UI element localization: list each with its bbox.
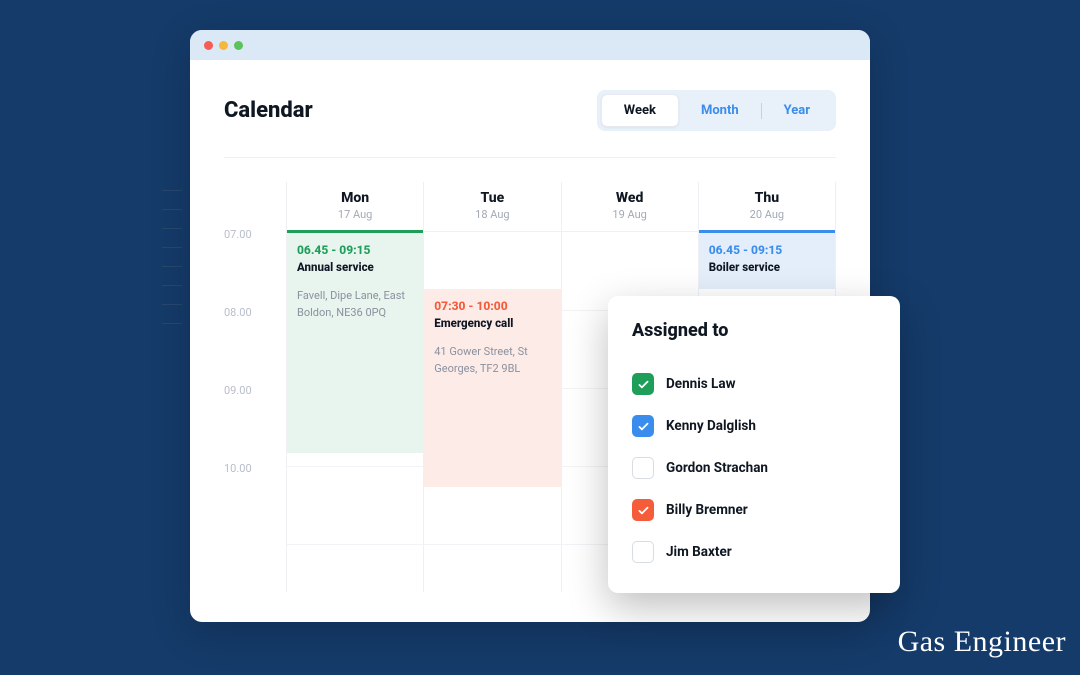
event-title: Annual service xyxy=(297,260,413,274)
tab-week[interactable]: Week xyxy=(601,94,679,127)
window-close-icon[interactable] xyxy=(204,41,213,50)
window-maximize-icon[interactable] xyxy=(234,41,243,50)
day-date: 18 Aug xyxy=(424,208,560,221)
event-title: Emergency call xyxy=(434,316,550,330)
day-column: Tue 18 Aug 07:30 - 10:00 Emergency call 41 G… xyxy=(424,182,561,592)
hour-gridline xyxy=(424,544,560,545)
checkbox-checked-icon[interactable] xyxy=(632,499,654,521)
checkbox-checked-icon[interactable] xyxy=(632,415,654,437)
time-label: 09.00 xyxy=(224,390,286,468)
event-time: 06.45 - 09:15 xyxy=(709,243,825,257)
tab-month[interactable]: Month xyxy=(679,95,761,126)
assignee-name: Dennis Law xyxy=(666,376,736,392)
event-time: 06.45 - 09:15 xyxy=(297,243,413,257)
assignee-name: Billy Bremner xyxy=(666,502,748,518)
checkbox-checked-icon[interactable] xyxy=(632,373,654,395)
outer-ticks xyxy=(162,190,182,342)
assignee-name: Kenny Dalglish xyxy=(666,418,756,434)
day-of-week: Wed xyxy=(562,190,698,206)
time-label: 10.00 xyxy=(224,468,286,546)
view-toggle: Week Month Year xyxy=(597,90,836,131)
event-address: Favell, Dipe Lane, East Boldon, NE36 0PQ xyxy=(297,288,413,321)
day-header[interactable]: Mon 17 Aug xyxy=(287,182,423,232)
time-column: 07.0008.0009.0010.00 xyxy=(224,182,286,592)
hour-gridline xyxy=(287,544,423,545)
calendar-event[interactable]: 06.45 - 09:15 Boiler service xyxy=(699,233,835,289)
day-date: 17 Aug xyxy=(287,208,423,221)
assignee-row[interactable]: Dennis Law xyxy=(632,363,876,405)
day-of-week: Mon xyxy=(287,190,423,206)
window-titlebar xyxy=(190,30,870,60)
event-address: 41 Gower Street, St Georges, TF2 9BL xyxy=(434,344,550,377)
assigned-panel: Assigned to Dennis Law Kenny Dalglish Gord… xyxy=(608,296,900,593)
event-title: Boiler service xyxy=(709,260,825,274)
assignee-row[interactable]: Jim Baxter xyxy=(632,531,876,573)
checkbox-empty-icon[interactable] xyxy=(632,457,654,479)
calendar-event[interactable]: 07:30 - 10:00 Emergency call 41 Gower Stre… xyxy=(424,289,560,487)
day-date: 19 Aug xyxy=(562,208,698,221)
checkbox-empty-icon[interactable] xyxy=(632,541,654,563)
day-of-week: Thu xyxy=(699,190,835,206)
day-header[interactable]: Thu 20 Aug xyxy=(699,182,835,232)
tab-year[interactable]: Year xyxy=(762,95,832,126)
assignee-name: Jim Baxter xyxy=(666,544,732,560)
assignee-row[interactable]: Gordon Strachan xyxy=(632,447,876,489)
day-of-week: Tue xyxy=(424,190,560,206)
assignee-name: Gordon Strachan xyxy=(666,460,768,476)
assignee-row[interactable]: Kenny Dalglish xyxy=(632,405,876,447)
hour-gridline xyxy=(287,466,423,467)
event-time: 07:30 - 10:00 xyxy=(434,299,550,313)
calendar-event[interactable]: 06.45 - 09:15 Annual service Favell, Dipe … xyxy=(287,233,423,453)
day-column: Mon 17 Aug 06.45 - 09:15 Annual service Fave… xyxy=(287,182,424,592)
day-date: 20 Aug xyxy=(699,208,835,221)
assigned-title: Assigned to xyxy=(632,320,876,341)
assignee-row[interactable]: Billy Bremner xyxy=(632,489,876,531)
time-label: 07.00 xyxy=(224,234,286,312)
page-title: Calendar xyxy=(224,98,313,123)
time-label: 08.00 xyxy=(224,312,286,390)
day-header[interactable]: Wed 19 Aug xyxy=(562,182,698,232)
day-header[interactable]: Tue 18 Aug xyxy=(424,182,560,232)
window-minimize-icon[interactable] xyxy=(219,41,228,50)
brand-text: Gas Engineer xyxy=(898,625,1066,659)
